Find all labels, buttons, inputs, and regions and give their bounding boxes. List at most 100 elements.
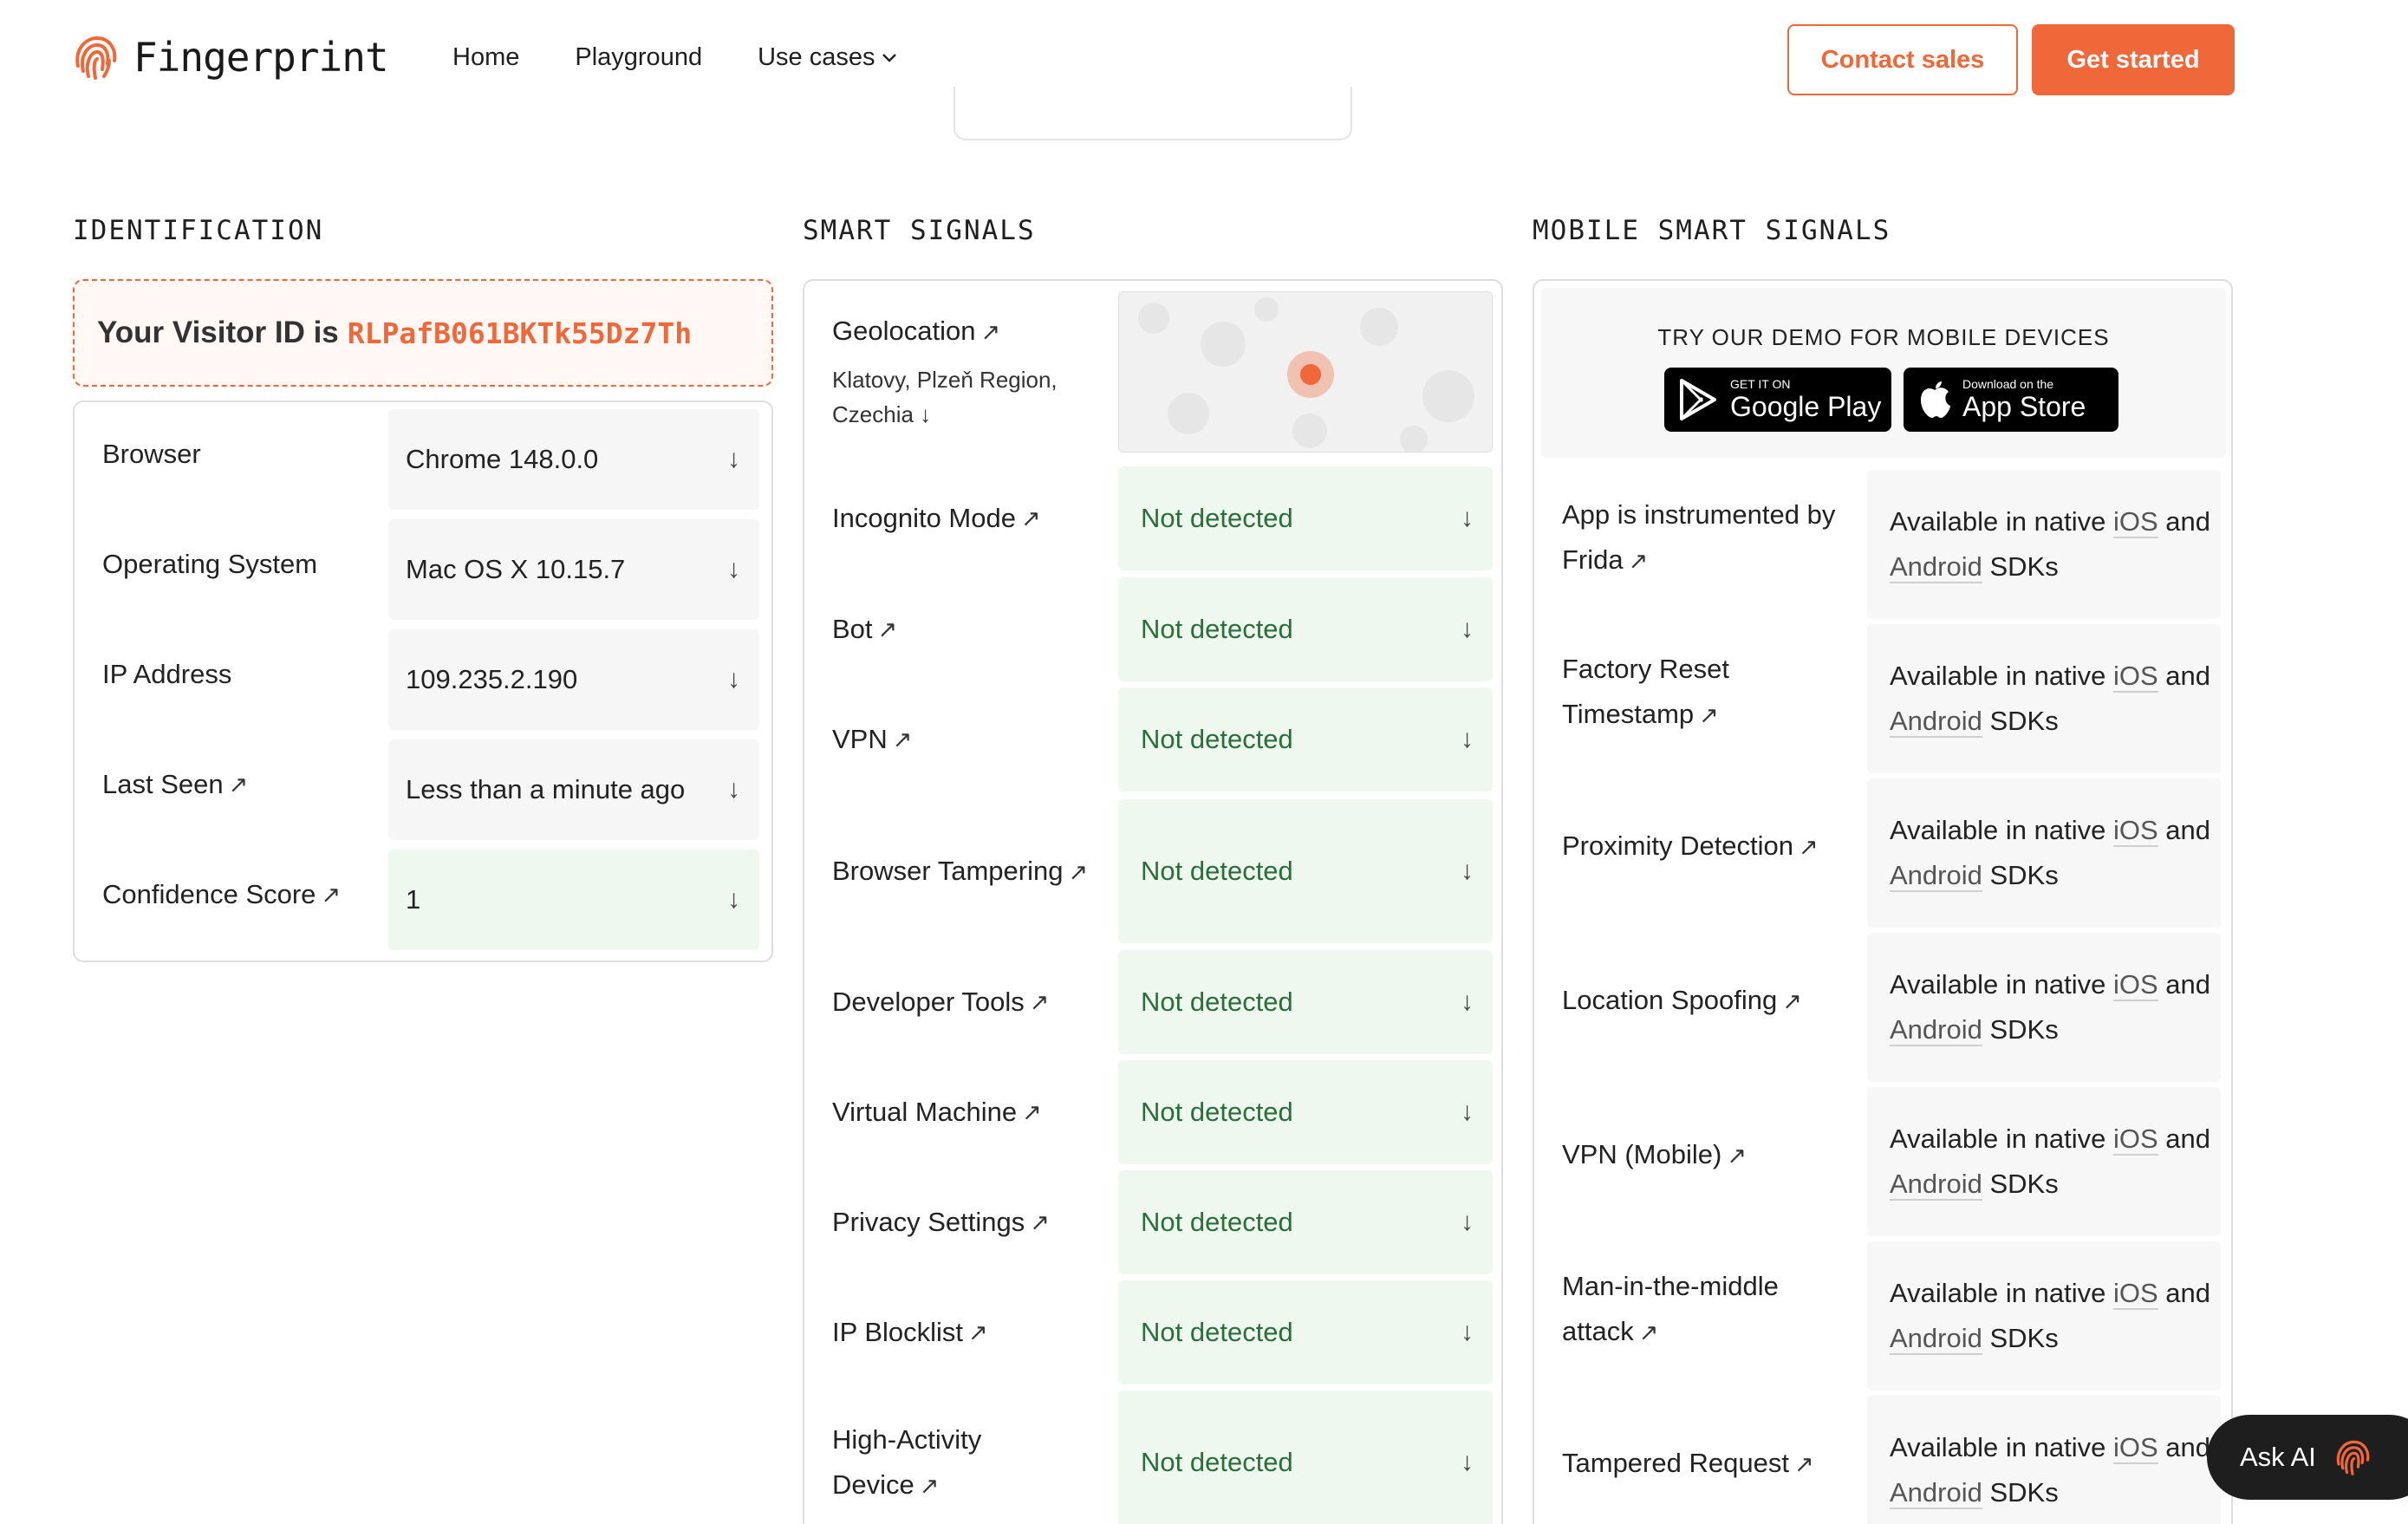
android-link[interactable]: Android [1890,1014,1982,1046]
external-link-icon[interactable]: ↗ [893,717,913,762]
mobile-signal-label: Tampered Request ↗ [1562,1447,1814,1478]
external-link-icon[interactable]: ↗ [321,882,341,909]
external-link-icon[interactable]: ↗ [1727,1143,1747,1169]
id-row-confidence[interactable]: Confidence Score ↗ 1 ↓ [75,843,775,950]
app-store-button[interactable]: Download on the App Store [1904,368,2118,432]
external-link-icon[interactable]: ↗ [1794,1451,1814,1477]
partial-panel [953,87,1352,140]
external-link-icon[interactable]: ↗ [980,319,1000,345]
android-link[interactable]: Android [1890,1323,1982,1355]
ios-link[interactable]: iOS [2112,1278,2158,1310]
mobile-row-factory-reset[interactable]: Factory Reset Timestamp ↗ Available in na… [1534,617,2235,773]
arrow-down-icon[interactable]: ↓ [727,445,740,474]
android-link[interactable]: Android [1890,1169,1982,1201]
id-row-label: Browser [102,439,201,469]
mobile-row-tampered-request[interactable]: Tampered Request ↗ Available in native iO… [1534,1389,2235,1524]
app-store-small: Download on the [1962,377,2054,391]
mobile-row-location-spoofing[interactable]: Location Spoofing ↗ Available in native i… [1534,926,2235,1082]
external-link-icon[interactable]: ↗ [1021,496,1041,541]
id-row-browser[interactable]: Browser Chrome 148.0.0 ↓ [75,402,775,510]
ios-link[interactable]: iOS [2112,1432,2158,1464]
arrow-down-icon[interactable]: ↓ [727,665,740,694]
mobile-signal-value: Available in native iOS and Android SDKs [1867,1087,2221,1236]
nav-use-cases[interactable]: Use cases [758,43,897,72]
signal-label: Bot ↗ [832,577,1092,681]
signal-label: Virtual Machine ↗ [832,1060,1092,1164]
chevron-down-icon [882,53,897,62]
external-link-icon[interactable]: ↗ [1030,980,1050,1025]
id-row-label: Confidence Score ↗ [102,879,342,909]
external-link-icon[interactable]: ↗ [1699,702,1719,728]
mobile-row-mitm[interactable]: Man-in-the-middle attack ↗ Available in n… [1534,1234,2235,1390]
brand-name: Fingerprint [133,34,389,81]
signal-row-virtual-machine[interactable]: Virtual Machine ↗ Not detected ↓ [804,1060,1505,1164]
signal-row-ip-blocklist[interactable]: IP Blocklist ↗ Not detected ↓ [804,1280,1505,1384]
id-row-os[interactable]: Operating System Mac OS X 10.15.7 ↓ [75,512,775,620]
id-row-last-seen[interactable]: Last Seen ↗ Less than a minute ago ↓ [75,733,775,840]
external-link-icon[interactable]: ↗ [878,607,898,652]
arrow-down-icon[interactable]: ↓ [1461,725,1474,754]
ios-link[interactable]: iOS [2112,815,2158,847]
signal-row-incognito[interactable]: Incognito Mode ↗ Not detected ↓ [804,466,1505,570]
signal-value: Not detected ↓ [1118,577,1493,681]
mobile-smart-signals-title: MOBILE SMART SIGNALS [1533,215,1891,246]
arrow-down-icon[interactable]: ↓ [920,401,931,427]
external-link-icon[interactable]: ↗ [229,772,249,798]
mobile-signal-value: Available in native iOS and Android SDKs [1867,470,2221,619]
geolocation-map[interactable] [1118,291,1493,453]
arrow-down-icon[interactable]: ↓ [1461,1097,1474,1127]
signal-row-privacy-settings[interactable]: Privacy Settings ↗ Not detected ↓ [804,1170,1505,1274]
external-link-icon[interactable]: ↗ [1030,1200,1050,1245]
contact-sales-button[interactable]: Contact sales [1787,24,2018,95]
nav-use-cases-label: Use cases [758,43,875,71]
mobile-row-proximity[interactable]: Proximity Detection ↗ Available in native… [1534,772,2235,928]
external-link-icon[interactable]: ↗ [1629,548,1649,574]
arrow-down-icon[interactable]: ↓ [1461,987,1474,1017]
android-link[interactable]: Android [1890,860,1982,892]
ask-ai-button[interactable]: Ask AI [2207,1415,2408,1500]
arrow-down-icon[interactable]: ↓ [1461,1318,1474,1347]
nav-home[interactable]: Home [452,43,519,72]
id-row-value: Mac OS X 10.15.7 ↓ [388,519,759,620]
external-link-icon[interactable]: ↗ [1799,834,1819,860]
external-link-icon[interactable]: ↗ [1782,988,1802,1014]
external-link-icon[interactable]: ↗ [968,1310,988,1355]
arrow-down-icon[interactable]: ↓ [1461,856,1474,886]
ios-link[interactable]: iOS [2112,661,2158,693]
ios-link[interactable]: iOS [2112,1123,2158,1156]
brand-logo[interactable]: Fingerprint [69,31,389,83]
geolocation-label[interactable]: Geolocation ↗ [832,316,1000,347]
ios-link[interactable]: iOS [2112,506,2158,538]
arrow-down-icon[interactable]: ↓ [727,555,740,584]
mobile-row-vpn[interactable]: VPN (Mobile) ↗ Available in native iOS an… [1534,1080,2235,1236]
external-link-icon[interactable]: ↗ [1022,1090,1042,1135]
external-link-icon[interactable]: ↗ [1639,1319,1659,1345]
arrow-down-icon[interactable]: ↓ [1461,504,1474,533]
arrow-down-icon[interactable]: ↓ [1461,615,1474,644]
id-row-ip[interactable]: IP Address 109.235.2.190 ↓ [75,622,775,730]
identification-title: IDENTIFICATION [73,215,324,246]
visitor-id-box: Your Visitor ID is RLPafB061BKTk55Dz7Th [73,279,773,387]
android-link[interactable]: Android [1890,1477,1982,1509]
signal-row-bot[interactable]: Bot ↗ Not detected ↓ [804,577,1505,681]
id-row-value: Less than a minute ago ↓ [388,739,759,840]
nav-playground[interactable]: Playground [575,43,702,72]
signal-row-vpn[interactable]: VPN ↗ Not detected ↓ [804,687,1505,791]
google-play-button[interactable]: GET IT ON Google Play [1664,368,1891,432]
external-link-icon[interactable]: ↗ [920,1473,940,1499]
arrow-down-icon[interactable]: ↓ [1461,1448,1474,1477]
signal-row-developer-tools[interactable]: Developer Tools ↗ Not detected ↓ [804,950,1505,1054]
signal-row-high-activity[interactable]: High-Activity Device ↗ Not detected ↓ [804,1390,1505,1524]
mobile-row-frida[interactable]: App is instrumented by Frida ↗ Available … [1534,463,2235,619]
signal-row-browser-tampering[interactable]: Browser Tampering ↗ Not detected ↓ [804,799,1505,943]
arrow-down-icon[interactable]: ↓ [727,885,740,915]
get-started-button[interactable]: Get started [2032,24,2235,95]
ios-link[interactable]: iOS [2112,969,2158,1001]
arrow-down-icon[interactable]: ↓ [727,775,740,804]
mobile-signal-label: Proximity Detection ↗ [1562,830,1819,861]
android-link[interactable]: Android [1890,706,1982,738]
arrow-down-icon[interactable]: ↓ [1461,1208,1474,1237]
visitor-id-value[interactable]: RLPafB061BKTk55Dz7Th [348,316,692,350]
external-link-icon[interactable]: ↗ [1068,859,1088,885]
android-link[interactable]: Android [1890,551,1982,583]
